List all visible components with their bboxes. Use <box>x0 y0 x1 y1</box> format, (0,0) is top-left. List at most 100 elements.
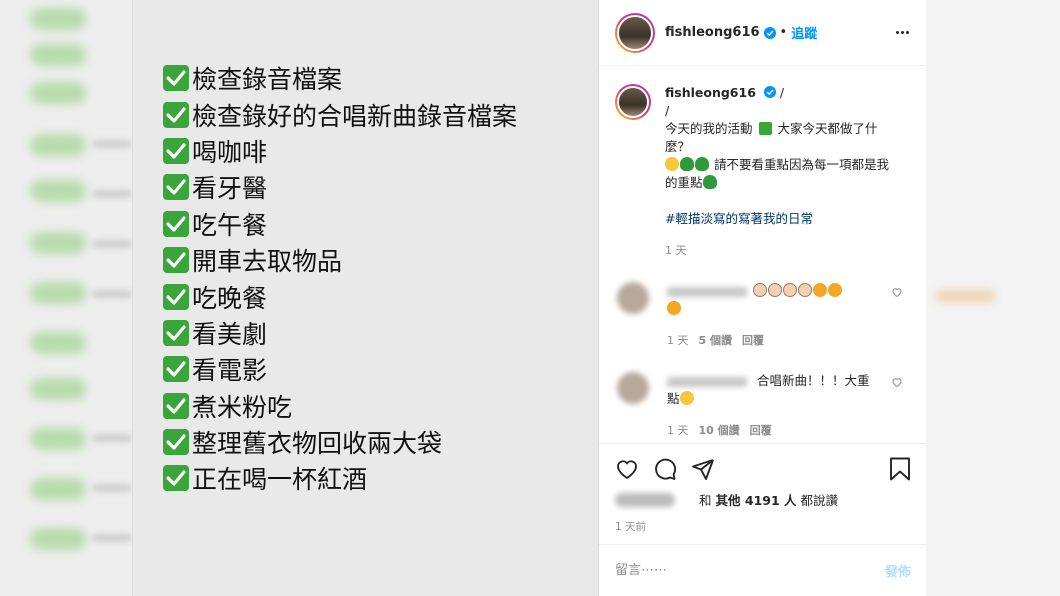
likes-and: 和 <box>699 493 712 508</box>
clap-emoji-icon <box>768 283 782 297</box>
check-mark-icon <box>163 283 189 310</box>
blur-line <box>92 290 132 298</box>
action-icons <box>615 456 911 482</box>
checklist-item: 檢查錄好的合唱新曲錄音檔案 <box>163 96 517 132</box>
bookmark-icon[interactable] <box>889 457 911 481</box>
like-heart-icon[interactable] <box>615 457 639 481</box>
checklist-item: 吃晚餐 <box>163 278 517 314</box>
share-paper-plane-icon[interactable] <box>691 457 715 481</box>
post-image[interactable]: 檢查錄音檔案 檢查錄好的合唱新曲錄音檔案 喝咖啡 看牙醫 吃午餐 開車去取物品 … <box>132 0 598 596</box>
check-mark-icon <box>163 210 189 237</box>
blurred-avatar[interactable] <box>617 372 649 404</box>
post-comment-button[interactable]: 發佈 <box>885 561 911 580</box>
comment-body: 1 天 5 個讚 回覆 <box>667 282 877 350</box>
avatar[interactable] <box>615 84 651 120</box>
clap-emoji-icon <box>753 283 767 297</box>
star-eyes-emoji-icon <box>813 283 827 297</box>
likes-summary[interactable]: 和 其他 4191 人 都說讚 <box>615 490 911 509</box>
checklist-item: 正在喝一杯紅酒 <box>163 460 517 496</box>
checklist-text: 吃午餐 <box>192 210 268 240</box>
checklist-text: 檢查錄音檔案 <box>192 65 343 95</box>
blur-line <box>92 534 132 542</box>
blur-line <box>92 434 132 442</box>
star-eyes-emoji-icon <box>667 301 681 315</box>
comment-likes[interactable]: 5 個讚 <box>699 334 732 347</box>
checklist-item: 喝咖啡 <box>163 133 517 169</box>
smile-emoji-icon <box>665 157 679 171</box>
check-mark-icon <box>163 319 189 346</box>
check-mark-icon <box>163 174 189 201</box>
star-eyes-emoji-icon <box>828 283 842 297</box>
comment-likes[interactable]: 10 個讚 <box>699 424 740 437</box>
check-mark-icon <box>163 429 189 456</box>
heart-outline-icon[interactable] <box>891 286 903 298</box>
blur-blob <box>30 82 86 104</box>
checklist-item: 看牙醫 <box>163 169 517 205</box>
check-mark-icon <box>163 392 189 419</box>
comment-item: 合唱新曲！！！大重點 1 天 10 個讚 回覆 <box>615 372 911 440</box>
check-mark-icon <box>163 465 189 492</box>
check-mark-icon <box>163 356 189 383</box>
tree-emoji-icon <box>680 157 694 171</box>
comment-meta: 1 天 5 個讚 回覆 <box>667 332 877 350</box>
clap-emoji-icon <box>798 283 812 297</box>
check-mark-icon <box>163 101 189 128</box>
comment-item: 1 天 5 個讚 回覆 <box>615 282 911 350</box>
clap-emoji-icon <box>783 283 797 297</box>
post-actions: 和 其他 4191 人 都說讚 1 天前 <box>599 443 927 543</box>
blurred-username[interactable] <box>667 376 747 387</box>
blurred-avatar[interactable] <box>617 282 649 314</box>
blur-line <box>92 190 132 198</box>
check-mark-emoji-icon <box>758 122 772 135</box>
reply-button[interactable]: 回覆 <box>742 334 764 347</box>
comment-input[interactable] <box>615 563 885 578</box>
caption-username[interactable]: fishleong616 <box>665 85 756 100</box>
checklist-text: 吃晚餐 <box>192 283 268 313</box>
blur-blob <box>30 478 86 500</box>
checklist-text: 看美劇 <box>192 319 268 349</box>
checklist-text: 看牙醫 <box>192 174 268 204</box>
checklist-item: 檢查錄音檔案 <box>163 60 517 96</box>
username-link[interactable]: fishleong616 <box>665 25 760 40</box>
avatar[interactable] <box>615 12 655 53</box>
checklist-item: 吃午餐 <box>163 206 517 242</box>
blurred-username[interactable] <box>667 286 747 297</box>
blurred-background-right <box>926 0 1060 596</box>
post-header: fishleong616 • 追蹤 <box>599 0 926 66</box>
reply-button[interactable]: 回覆 <box>750 424 772 437</box>
hashtag-link[interactable]: #輕描淡寫的寫著我的日常 <box>665 210 895 228</box>
verified-badge-icon <box>763 86 776 98</box>
comments-section[interactable]: fishleong616 / / 今天的我的活動 大家今天都做了什麼？ 請不要看… <box>599 66 927 443</box>
comment-body: 合唱新曲！！！大重點 1 天 10 個讚 回覆 <box>667 372 877 440</box>
checklist-item: 開車去取物品 <box>163 242 517 278</box>
separator-dot: • <box>779 25 788 40</box>
checklist-text: 看電影 <box>192 356 268 386</box>
check-mark-icon <box>163 137 189 164</box>
blur-line <box>92 484 132 492</box>
blur-blob <box>30 428 86 450</box>
heart-outline-icon[interactable] <box>891 376 903 388</box>
caption-time: 1 天 <box>665 244 687 257</box>
comment-bubble-icon[interactable] <box>653 457 677 481</box>
checklist-item: 看美劇 <box>163 315 517 351</box>
blurred-liker-avatars <box>615 492 675 507</box>
checklist-text: 整理舊衣物回收兩大袋 <box>192 429 443 459</box>
laughing-emoji-icon <box>679 391 694 405</box>
check-mark-icon <box>163 247 189 274</box>
checklist: 檢查錄音檔案 檢查錄好的合唱新曲錄音檔案 喝咖啡 看牙醫 吃午餐 開車去取物品 … <box>163 60 517 497</box>
checklist-text: 檢查錄好的合唱新曲錄音檔案 <box>192 101 518 131</box>
caption-slash: / <box>779 85 785 100</box>
blur-blob <box>30 332 86 354</box>
blurred-background-left <box>0 0 132 596</box>
checklist-text: 喝咖啡 <box>192 137 268 167</box>
check-mark-icon <box>163 65 189 92</box>
more-options-icon[interactable] <box>890 22 914 42</box>
comment-time: 1 天 <box>667 424 689 437</box>
blur-blob <box>30 8 86 30</box>
caption-line: 今天的我的活動 <box>665 121 753 136</box>
checklist-item: 煮米粉吃 <box>163 388 517 424</box>
likes-others[interactable]: 其他 4191 人 <box>716 490 797 509</box>
blur-blob <box>30 180 86 202</box>
follow-button[interactable]: 追蹤 <box>791 23 817 42</box>
checklist-text: 煮米粉吃 <box>192 392 293 422</box>
